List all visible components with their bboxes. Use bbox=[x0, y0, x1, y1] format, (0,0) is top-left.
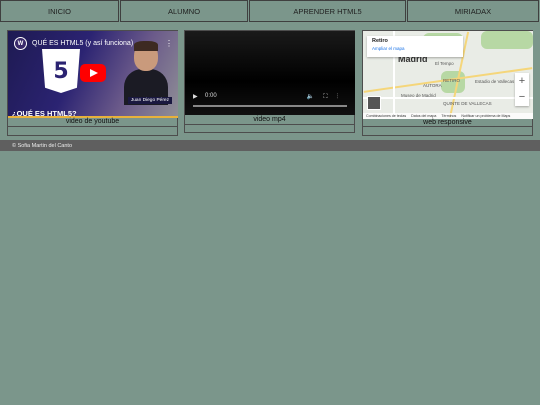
enlarge-map-link[interactable]: Ampliar el mapa bbox=[372, 46, 458, 51]
card-divider bbox=[363, 126, 532, 127]
map-card: Madrid El Tempo RETIRO Museo de Madrid Q… bbox=[362, 30, 533, 136]
video-player[interactable]: ▶ 0:00 🔈⛶⋮ bbox=[185, 31, 355, 115]
map-data[interactable]: Datos del mapa bbox=[411, 114, 436, 118]
nav-inicio[interactable]: INICIO bbox=[0, 0, 119, 22]
map-label: RETIRO bbox=[443, 78, 461, 83]
zoom-in-button[interactable]: + bbox=[515, 73, 529, 89]
zoom-out-button[interactable]: − bbox=[515, 89, 529, 105]
map-label: AUTORA bbox=[423, 83, 442, 88]
html5-logo: 5 bbox=[42, 49, 80, 93]
map-label: QUINTE DE VALLECAS bbox=[443, 101, 492, 106]
video-caption: video mp4 bbox=[253, 116, 286, 123]
map-caption: web responsive bbox=[423, 119, 472, 126]
youtube-card: W QUÉ ES HTML5 (y así funciona) ⋮ 5 Juan… bbox=[7, 30, 178, 136]
footer-copyright: © Sofia Martin del Canto bbox=[12, 142, 72, 149]
map-terms[interactable]: Términos bbox=[441, 114, 456, 118]
map-park bbox=[481, 31, 533, 49]
footer: © Sofia Martin del Canto bbox=[0, 140, 540, 151]
video-card: ▶ 0:00 🔈⛶⋮ video mp4 bbox=[184, 30, 355, 133]
nav-miriadax[interactable]: MIRIADAX bbox=[407, 0, 539, 22]
map-label: Estadio de Vallecas bbox=[475, 79, 515, 84]
presenter-image bbox=[122, 41, 170, 105]
map-zoom-control: + − bbox=[515, 73, 529, 106]
map-report-problem[interactable]: Notificar un problema de Maps bbox=[461, 114, 510, 118]
map-label: El Tempo bbox=[435, 61, 454, 66]
video-controls-icons[interactable]: 🔈⛶⋮ bbox=[307, 93, 347, 101]
youtube-caption: video de youtube bbox=[65, 118, 120, 125]
map-layer-toggle[interactable] bbox=[367, 96, 381, 110]
map-place-name: Retiro bbox=[372, 38, 388, 44]
map-keyboard-shortcuts[interactable]: Combinaciones de teclas bbox=[366, 114, 406, 118]
video-progress-track[interactable] bbox=[193, 105, 347, 107]
html5-logo-text: 5 bbox=[53, 58, 69, 84]
youtube-embed[interactable]: W QUÉ ES HTML5 (y así funciona) ⋮ 5 Juan… bbox=[8, 31, 178, 118]
google-map[interactable]: Madrid El Tempo RETIRO Museo de Madrid Q… bbox=[363, 31, 533, 119]
card-divider bbox=[8, 126, 177, 127]
map-label: Museo de Madrid bbox=[401, 93, 436, 98]
map-road bbox=[363, 97, 533, 99]
nav-aprender-html5[interactable]: APRENDER HTML5 bbox=[249, 0, 406, 22]
card-divider bbox=[185, 124, 354, 125]
map-info-popup: Retiro Ampliar el mapa bbox=[367, 36, 463, 57]
presenter-name: Juan Diego Pérez bbox=[127, 97, 172, 104]
youtube-video-title[interactable]: QUÉ ES HTML5 (y así funciona) bbox=[32, 40, 133, 47]
channel-avatar[interactable]: W bbox=[14, 37, 27, 50]
top-nav: INICIO ALUMNO APRENDER HTML5 MIRIADAX bbox=[0, 0, 540, 22]
play-icon[interactable]: ▶ bbox=[193, 93, 198, 100]
video-time: 0:00 bbox=[205, 93, 217, 99]
nav-alumno[interactable]: ALUMNO bbox=[120, 0, 248, 22]
youtube-play-button[interactable] bbox=[80, 64, 106, 82]
